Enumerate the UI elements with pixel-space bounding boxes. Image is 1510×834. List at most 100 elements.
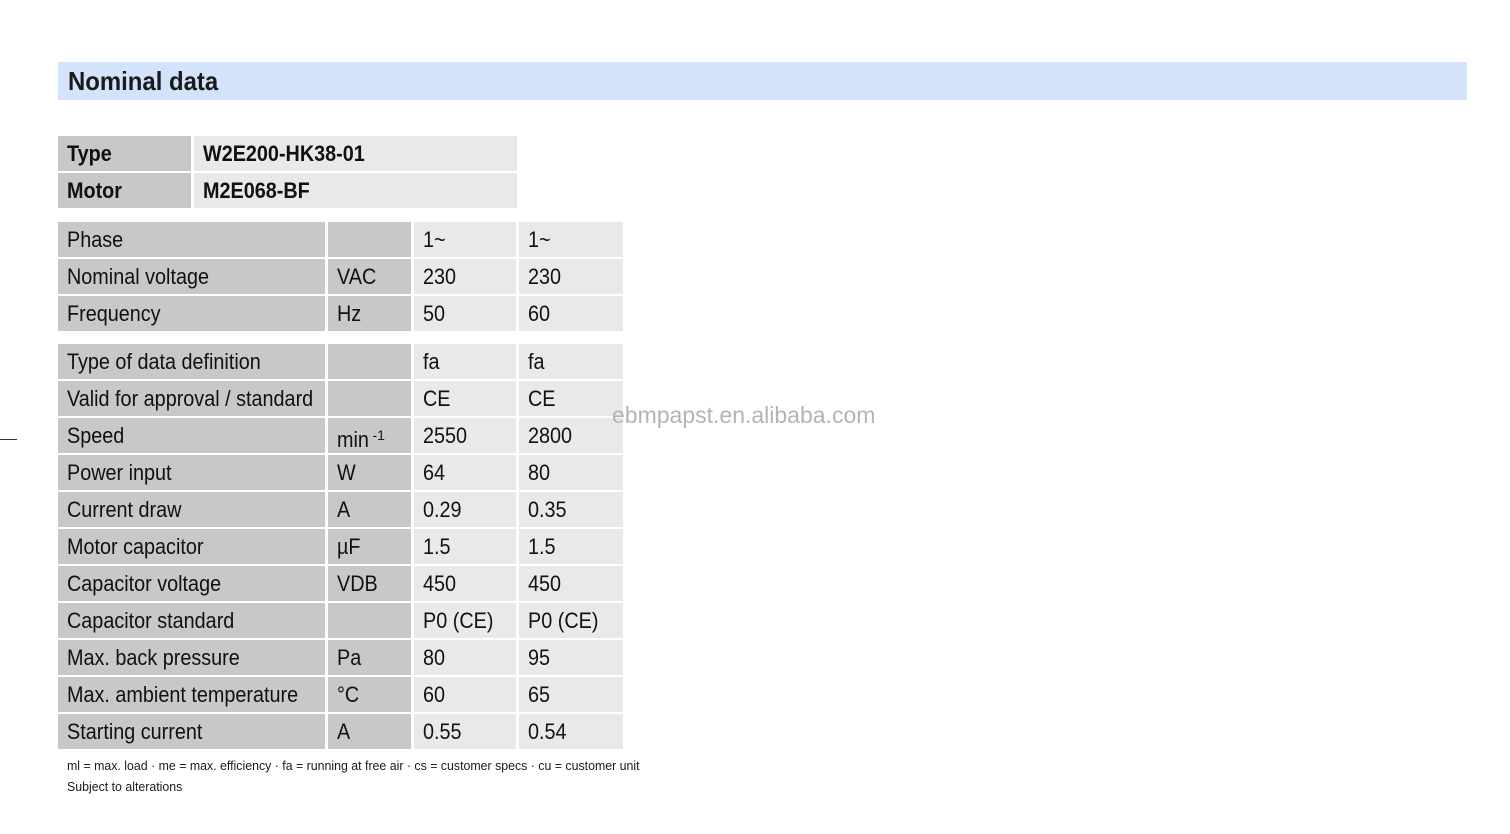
spec-value-60hz: 2800	[519, 418, 623, 453]
spec-value-50hz: 50	[414, 296, 516, 331]
watermark-text: ebmpapst.en.alibaba.com	[612, 402, 876, 428]
spec-value-60hz-text: 2800	[528, 423, 573, 448]
spec-value-50hz: 450	[414, 566, 516, 601]
spec-value-60hz: 95	[519, 640, 623, 675]
spec-label: Capacitor voltage	[58, 566, 325, 601]
spec-value-60hz: 80	[519, 455, 623, 490]
spec-value-60hz-text: 230	[528, 264, 562, 289]
spec-value-60hz-text: 65	[528, 682, 551, 707]
identity-value: M2E068-BF	[194, 173, 517, 208]
spec-value-50hz-text: 1~	[423, 227, 446, 252]
spec-value-60hz-text: 95	[528, 645, 551, 670]
spec-value-60hz: 450	[519, 566, 623, 601]
identity-label: Type	[58, 136, 191, 171]
spec-unit: VAC	[328, 259, 411, 294]
spec-value-50hz: 0.55	[414, 714, 516, 749]
spec-value-50hz-text: P0 (CE)	[423, 608, 494, 633]
spec-label: Max. back pressure	[58, 640, 325, 675]
identity-label-text: Type	[67, 141, 112, 166]
spec-unit: A	[328, 492, 411, 527]
spec-value-60hz-text: 0.54	[528, 719, 567, 744]
spec-value-60hz: CE	[519, 381, 623, 416]
spec-label: Max. ambient temperature	[58, 677, 325, 712]
spec-value-50hz-text: 450	[423, 571, 457, 596]
section-header: Nominal data	[58, 62, 1467, 100]
spec-label: Power input	[58, 455, 325, 490]
spec-value-60hz: P0 (CE)	[519, 603, 623, 638]
section-title: Nominal data	[68, 66, 219, 96]
spec-label-text: Speed	[67, 423, 125, 448]
spec-unit: Hz	[328, 296, 411, 331]
spec-value-50hz: 64	[414, 455, 516, 490]
spec-value-50hz-text: 2550	[423, 423, 468, 448]
spec-value-60hz: fa	[519, 344, 623, 379]
spec-value-50hz: fa	[414, 344, 516, 379]
spec-unit: W	[328, 455, 411, 490]
identity-label: Motor	[58, 173, 191, 208]
spec-value-50hz: P0 (CE)	[414, 603, 516, 638]
spec-unit	[328, 381, 411, 416]
spec-unit: min -1	[328, 418, 411, 453]
spec-value-60hz: 0.54	[519, 714, 623, 749]
spec-label: Current draw	[58, 492, 325, 527]
spec-value-60hz: 0.35	[519, 492, 623, 527]
spec-label: Type of data definition	[58, 344, 325, 379]
spec-label: Motor capacitor	[58, 529, 325, 564]
spec-label-text: Max. back pressure	[67, 645, 240, 670]
spec-value-60hz-text: 0.35	[528, 497, 567, 522]
spec-unit: A	[328, 714, 411, 749]
spec-value-50hz: 230	[414, 259, 516, 294]
spec-value-60hz-text: 1.5	[528, 534, 556, 559]
spec-value-50hz-text: 50	[423, 301, 446, 326]
spec-value-60hz-text: fa	[528, 349, 545, 374]
spec-label: Speed	[58, 418, 325, 453]
spec-unit: VDB	[328, 566, 411, 601]
spec-unit-text: Hz	[337, 301, 362, 326]
spec-label-text: Power input	[67, 460, 172, 485]
spec-unit-text: A	[337, 719, 351, 744]
identity-label-text: Motor	[67, 178, 122, 203]
spec-label-text: Valid for approval / standard	[67, 386, 314, 411]
footnote-alterations: Subject to alterations	[67, 779, 183, 794]
spec-value-50hz: 60	[414, 677, 516, 712]
spec-label-text: Frequency	[67, 301, 161, 326]
spec-value-50hz: 1.5	[414, 529, 516, 564]
spec-label: Valid for approval / standard	[58, 381, 325, 416]
spec-label-text: Max. ambient temperature	[67, 682, 299, 707]
spec-label-text: Capacitor voltage	[67, 571, 222, 596]
spec-label: Capacitor standard	[58, 603, 325, 638]
spec-value-60hz-text: 1~	[528, 227, 551, 252]
spec-unit-superscript: -1	[372, 427, 385, 443]
spec-unit-text: A	[337, 497, 351, 522]
spec-unit	[328, 222, 411, 257]
spec-label-text: Phase	[67, 227, 124, 252]
spec-unit	[328, 603, 411, 638]
spec-unit: °C	[328, 677, 411, 712]
spec-value-60hz: 1.5	[519, 529, 623, 564]
spec-value-60hz-text: 80	[528, 460, 551, 485]
spec-unit-text: µF	[337, 534, 361, 559]
spec-value-50hz-text: 0.29	[423, 497, 462, 522]
spec-label-text: Capacitor standard	[67, 608, 235, 633]
spec-value-50hz-text: 0.55	[423, 719, 462, 744]
spec-unit-text: min	[337, 427, 369, 452]
spec-value-50hz-text: 1.5	[423, 534, 451, 559]
spec-value-50hz-text: 80	[423, 645, 446, 670]
spec-label: Starting current	[58, 714, 325, 749]
spec-value-60hz: 60	[519, 296, 623, 331]
spec-unit: Pa	[328, 640, 411, 675]
identity-value-text: W2E200-HK38-01	[203, 141, 365, 166]
spec-unit-text: W	[337, 460, 356, 485]
spec-value-60hz-text: 60	[528, 301, 551, 326]
spec-value-50hz: 0.29	[414, 492, 516, 527]
spec-value-50hz: CE	[414, 381, 516, 416]
spec-label-text: Motor capacitor	[67, 534, 204, 559]
spec-unit-text: °C	[337, 682, 360, 707]
spec-unit: µF	[328, 529, 411, 564]
spec-label: Phase	[58, 222, 325, 257]
identity-value-text: M2E068-BF	[203, 178, 310, 203]
spec-value-50hz-text: 230	[423, 264, 457, 289]
footnote-legend: ml = max. load · me = max. efficiency · …	[67, 758, 640, 773]
spec-label-text: Nominal voltage	[67, 264, 209, 289]
spec-value-60hz: 1~	[519, 222, 623, 257]
